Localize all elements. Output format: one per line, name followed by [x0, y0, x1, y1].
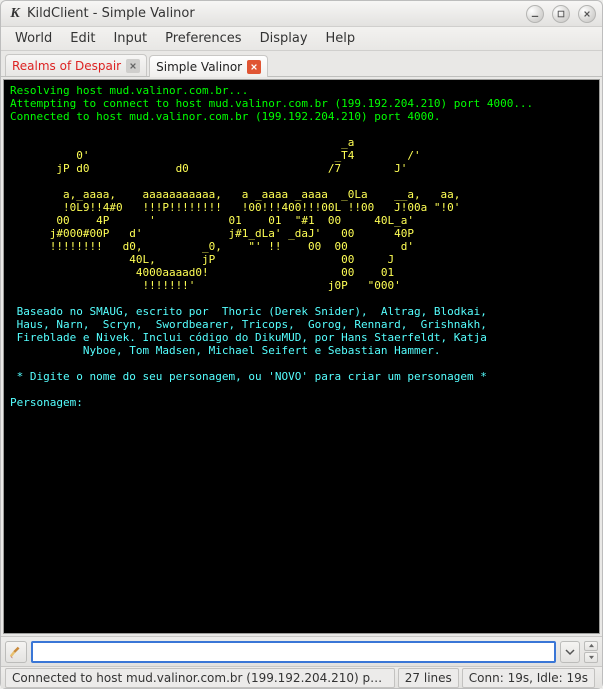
history-dropdown-button[interactable]	[560, 641, 580, 663]
clear-button[interactable]	[5, 641, 27, 663]
app-icon: K	[7, 6, 23, 22]
command-input[interactable]	[31, 641, 556, 663]
menu-help[interactable]: Help	[318, 28, 364, 49]
tab-realms-of-despair[interactable]: Realms of Despair	[5, 54, 147, 76]
statusbar: Connected to host mud.valinor.com.br (19…	[1, 666, 602, 688]
status-connection: Connected to host mud.valinor.com.br (19…	[5, 668, 395, 688]
tab-label: Realms of Despair	[12, 59, 121, 73]
chevron-down-icon	[588, 655, 595, 660]
menu-preferences[interactable]: Preferences	[157, 28, 249, 49]
status-timing: Conn: 19s, Idle: 19s	[462, 668, 595, 688]
terminal-ascii-art: _a 0' _T4 /' jP d0 d0 /7 J' a,_aaaa, aaa…	[10, 123, 593, 292]
chevron-up-icon	[588, 643, 595, 648]
line-spinner	[584, 641, 598, 663]
minimize-button[interactable]	[526, 5, 544, 23]
status-lines: 27 lines	[398, 668, 459, 688]
tab-close-icon[interactable]	[247, 60, 261, 74]
menu-edit[interactable]: Edit	[62, 28, 103, 49]
tab-label: Simple Valinor	[156, 60, 242, 74]
menubar: World Edit Input Preferences Display Hel…	[1, 27, 602, 51]
menu-display[interactable]: Display	[252, 28, 316, 49]
tab-simple-valinor[interactable]: Simple Valinor	[149, 55, 268, 77]
broom-icon	[9, 645, 23, 659]
tab-close-icon[interactable]	[126, 59, 140, 73]
app-window: K KildClient - Simple Valinor World Edit…	[0, 0, 603, 689]
terminal-line: Connected to host mud.valinor.com.br (19…	[10, 110, 593, 123]
spinner-up-button[interactable]	[584, 641, 598, 652]
chevron-down-icon	[565, 647, 575, 657]
close-button[interactable]	[578, 5, 596, 23]
terminal-line: Attempting to connect to host mud.valino…	[10, 97, 593, 110]
terminal-credits: Baseado no SMAUG, escrito por Thoric (De…	[10, 292, 593, 409]
menu-world[interactable]: World	[7, 28, 60, 49]
menu-input[interactable]: Input	[105, 28, 155, 49]
titlebar: K KildClient - Simple Valinor	[1, 1, 602, 27]
tabbar: Realms of Despair Simple Valinor	[1, 51, 602, 77]
input-row	[1, 636, 602, 666]
terminal-line: Resolving host mud.valinor.com.br...	[10, 84, 593, 97]
window-title: KildClient - Simple Valinor	[27, 6, 518, 21]
terminal-container: Resolving host mud.valinor.com.br... Att…	[1, 77, 602, 636]
terminal-output[interactable]: Resolving host mud.valinor.com.br... Att…	[3, 79, 600, 634]
maximize-button[interactable]	[552, 5, 570, 23]
spinner-down-button[interactable]	[584, 652, 598, 663]
